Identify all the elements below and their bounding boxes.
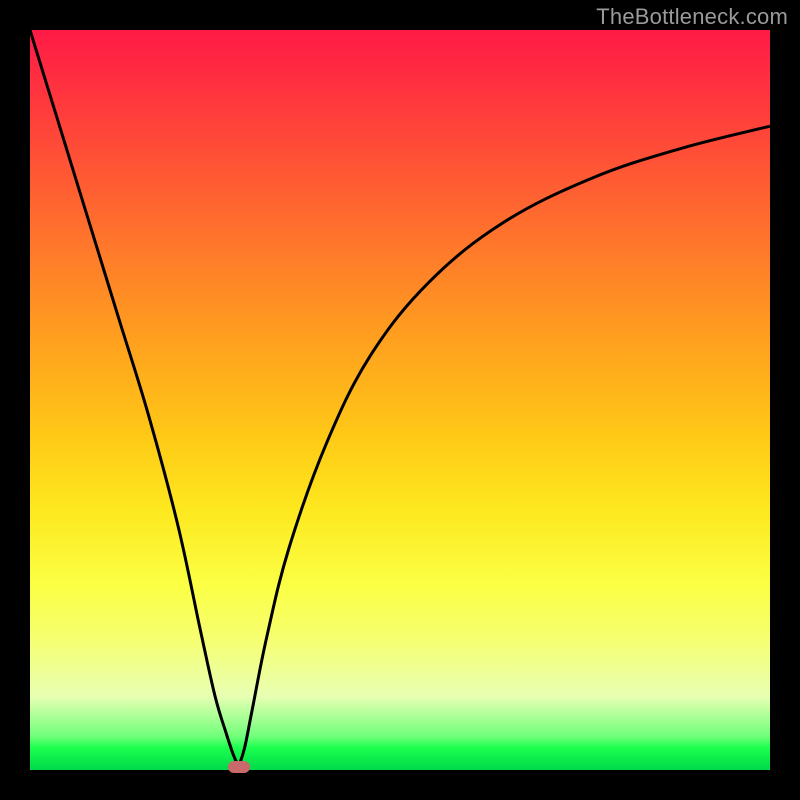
chart-frame: TheBottleneck.com (0, 0, 800, 800)
watermark-text: TheBottleneck.com (596, 4, 788, 30)
bottleneck-curve-left (30, 30, 239, 766)
curve-svg (30, 30, 770, 770)
bottleneck-curve-right (239, 126, 770, 766)
optimum-marker (228, 761, 250, 773)
plot-area (30, 30, 770, 770)
